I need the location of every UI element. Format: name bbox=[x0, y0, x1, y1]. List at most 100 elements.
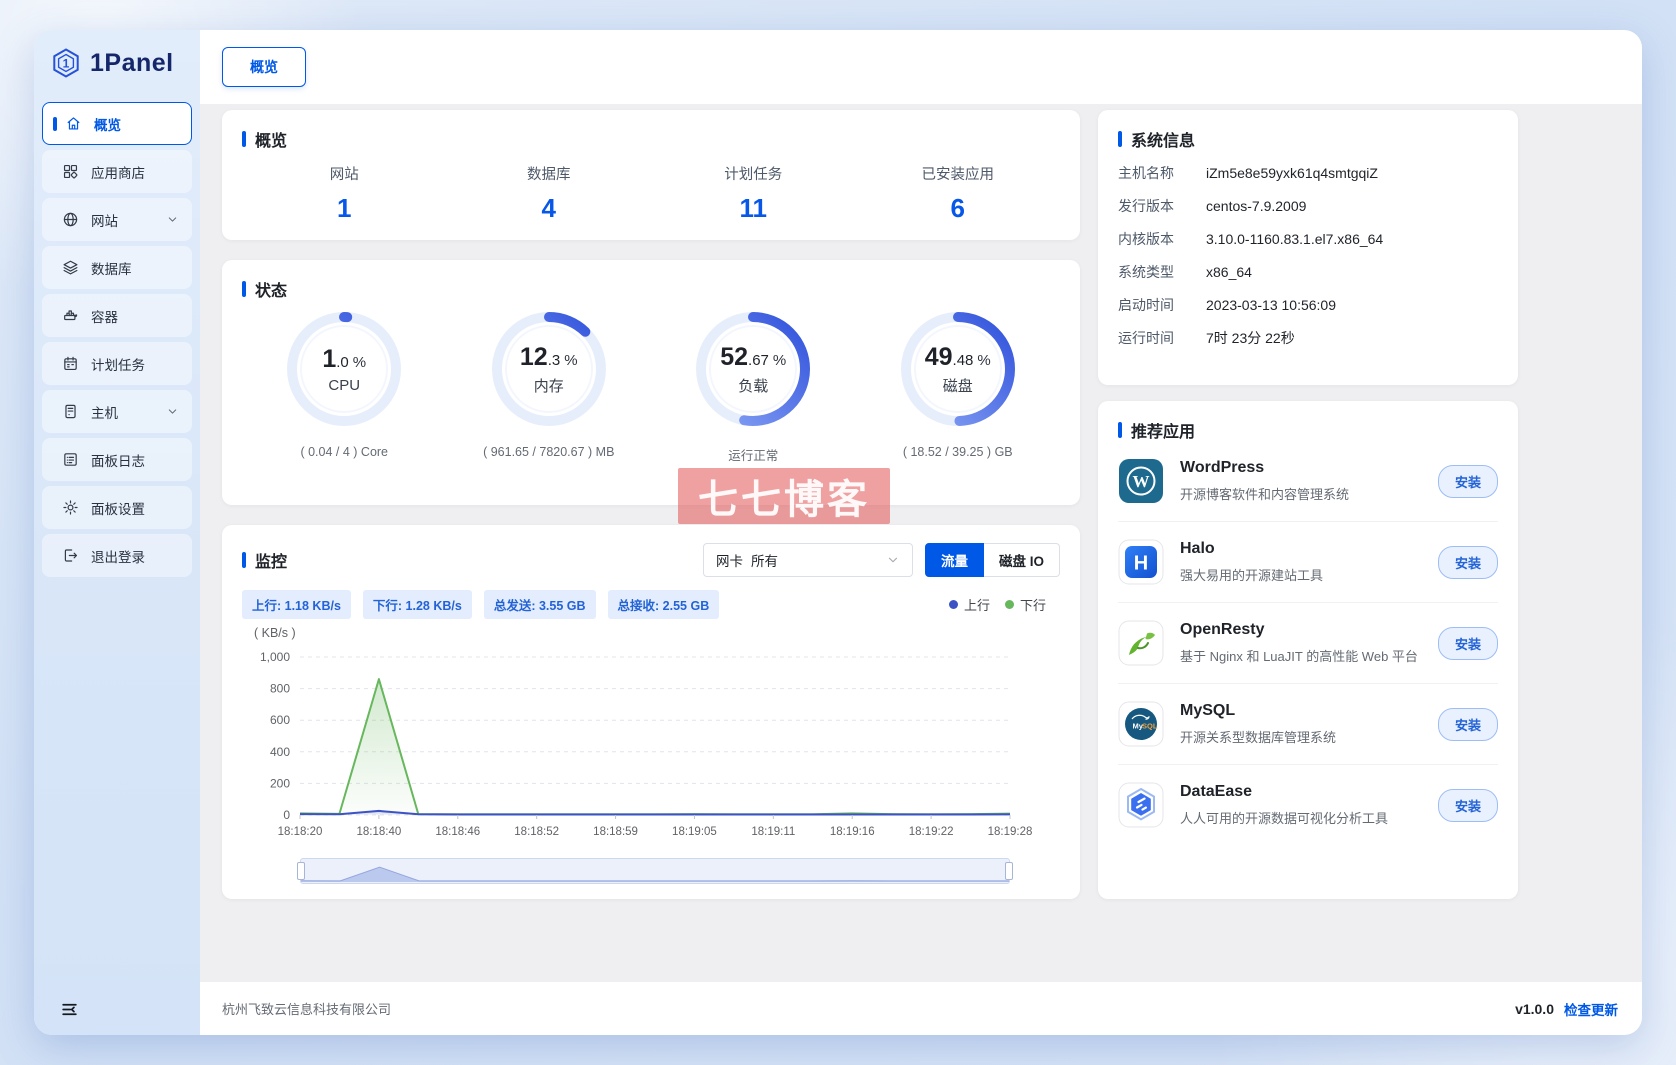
legend-dot bbox=[1004, 599, 1014, 609]
install-button-halo[interactable]: 安装 bbox=[1437, 545, 1498, 579]
install-button-mysql[interactable]: 安装 bbox=[1437, 707, 1498, 741]
traffic-mode-button[interactable]: 流量 bbox=[924, 543, 984, 577]
app-name[interactable]: Halo bbox=[1180, 540, 1323, 558]
sidebar-item-label: 计划任务 bbox=[91, 357, 145, 373]
gauge-ring: 49.48% 磁盘 bbox=[893, 304, 1023, 434]
gauge-label: 磁盘 bbox=[942, 377, 973, 395]
traffic-tag: 总发送: 3.55 GB bbox=[483, 589, 596, 619]
app-name[interactable]: WordPress bbox=[1180, 459, 1349, 477]
gauge-caption: ( 961.65 / 7820.67 ) MB bbox=[483, 445, 615, 459]
left-column: 概览 网站 1 数据库 4 计划任务 11 已安装应用 6 状态 1.0% CPU (… bbox=[222, 110, 1080, 899]
legend-item-下行[interactable]: 下行 bbox=[1004, 595, 1046, 614]
info-value: 2023-03-13 10:56:09 bbox=[1206, 297, 1336, 313]
monitor-tags-row: 上行: 1.18 KB/s 下行: 1.28 KB/s 总发送: 3.55 GB 总接… bbox=[242, 589, 1060, 619]
log-icon bbox=[62, 451, 79, 468]
monitor-card-title: 监控 bbox=[255, 554, 288, 571]
sidebar-item-logout[interactable]: 退出登录 bbox=[42, 534, 192, 577]
overview-card-title: 概览 bbox=[255, 133, 288, 150]
monitor-card-header: 监控 网卡 所有 流量 磁盘 IO bbox=[242, 543, 1060, 577]
system-info-card: 系统信息 主机名称 iZm5e8e59yxk61q4smtgqiZ 发行版本 ce… bbox=[1098, 110, 1518, 385]
sidebar-item-database[interactable]: 数据库 bbox=[42, 246, 192, 289]
sidebar-item-host[interactable]: 主机 bbox=[42, 390, 192, 433]
footer-version: v1.0.0 bbox=[1515, 1000, 1554, 1017]
sidebar-item-panel-settings[interactable]: 面板设置 bbox=[42, 486, 192, 529]
app-description: 人人可用的开源数据可视化分析工具 bbox=[1180, 811, 1389, 826]
gauge-value: 12.3% bbox=[519, 342, 578, 371]
stat-label: 数据库 bbox=[527, 167, 571, 183]
topbar: 概览 bbox=[200, 30, 1642, 104]
globe-icon bbox=[62, 211, 79, 228]
sidebar-item-panel-log[interactable]: 面板日志 bbox=[42, 438, 192, 481]
zoom-handle-left[interactable] bbox=[297, 862, 305, 880]
svg-text:18:18:59: 18:18:59 bbox=[593, 826, 638, 838]
app-name[interactable]: MySQL bbox=[1180, 702, 1336, 720]
overview-stat: 网站 1 bbox=[242, 163, 447, 224]
stat-label: 网站 bbox=[329, 167, 359, 183]
gauge-磁盘: 49.48% 磁盘 ( 18.52 / 39.25 ) GB bbox=[856, 304, 1061, 464]
system-info-header: 系统信息 bbox=[1118, 128, 1498, 150]
svg-text:18:19:22: 18:19:22 bbox=[909, 826, 954, 838]
home-icon bbox=[65, 115, 82, 132]
info-label: 发行版本 bbox=[1118, 198, 1174, 214]
monitor-controls: 网卡 所有 流量 磁盘 IO bbox=[702, 543, 1060, 577]
app-name[interactable]: OpenResty bbox=[1180, 621, 1418, 639]
halo-icon: H bbox=[1118, 539, 1164, 585]
system-info-row: 内核版本 3.10.0-1160.83.1.el7.x86_64 bbox=[1118, 230, 1498, 249]
main-area: 概览 概览 网站 1 数据库 4 计划任务 11 已安装应用 6 状态 1.0 … bbox=[200, 30, 1642, 1035]
svg-text:200: 200 bbox=[270, 776, 290, 790]
logout-icon bbox=[62, 547, 79, 564]
sidebar-item-website[interactable]: 网站 bbox=[42, 198, 192, 241]
info-value: iZm5e8e59yxk61q4smtgqiZ bbox=[1206, 165, 1378, 181]
stat-value[interactable]: 1 bbox=[242, 193, 447, 224]
sidebar-item-label: 容器 bbox=[91, 309, 118, 325]
stat-value[interactable]: 4 bbox=[447, 193, 652, 224]
traffic-chart-svg: ( KB/s ) 0 200 400 600 800 1,000 18:18:20 18:18:… bbox=[254, 626, 1032, 838]
chevron-down-icon bbox=[166, 213, 179, 226]
sidebar-item-container[interactable]: 容器 bbox=[42, 294, 192, 337]
zoom-handle-right[interactable] bbox=[1005, 862, 1013, 880]
install-button-openresty[interactable]: 安装 bbox=[1437, 626, 1498, 660]
gauge-label: 负载 bbox=[738, 377, 769, 395]
legend-item-上行[interactable]: 上行 bbox=[948, 595, 990, 614]
sidebar-collapse-button[interactable] bbox=[34, 983, 200, 1035]
logo-hexagon-icon: 1 bbox=[53, 48, 79, 78]
sidebar-item-overview[interactable]: 概览 bbox=[42, 102, 192, 145]
calendar-icon bbox=[62, 355, 79, 372]
check-update-link[interactable]: 检查更新 bbox=[1564, 999, 1618, 1019]
sidebar-item-label: 面板日志 bbox=[91, 453, 145, 469]
stat-value[interactable]: 11 bbox=[651, 193, 856, 224]
section-bar bbox=[242, 281, 246, 297]
section-bar bbox=[242, 552, 246, 568]
chart-zoom-slider[interactable] bbox=[297, 858, 1013, 884]
svg-text:400: 400 bbox=[270, 745, 290, 759]
install-button-wordpress[interactable]: 安装 bbox=[1437, 464, 1498, 498]
sidebar-item-app-store[interactable]: 应用商店 bbox=[42, 150, 192, 193]
info-label: 内核版本 bbox=[1118, 231, 1174, 247]
stat-value[interactable]: 6 bbox=[856, 193, 1061, 224]
tab-overview[interactable]: 概览 bbox=[222, 47, 306, 87]
disk-io-mode-button[interactable]: 磁盘 IO bbox=[983, 543, 1060, 577]
right-column: 系统信息 主机名称 iZm5e8e59yxk61q4smtgqiZ 发行版本 ce… bbox=[1098, 110, 1518, 899]
sidebar-item-label: 网站 bbox=[91, 213, 118, 229]
gauge-ring: 52.67% 负载 bbox=[688, 304, 818, 434]
nic-select-value: 所有 bbox=[750, 554, 778, 569]
app-description: 基于 Nginx 和 LuaJIT 的高性能 Web 平台 bbox=[1180, 649, 1418, 664]
recommended-apps-card: 推荐应用 W WordPress 开源博客软件和内容管理系统 安装 H Halo … bbox=[1098, 401, 1518, 899]
settings-icon bbox=[62, 499, 79, 516]
monitor-card: 监控 网卡 所有 流量 磁盘 IO 上行: 1.18 KB/s 下行: 1.28… bbox=[222, 525, 1080, 899]
app-name[interactable]: DataEase bbox=[1180, 783, 1388, 801]
traffic-tag: 总接收: 2.55 GB bbox=[607, 589, 720, 619]
host-icon bbox=[62, 403, 79, 420]
install-button-dataease[interactable]: 安装 bbox=[1437, 788, 1498, 822]
sidebar-item-label: 面板设置 bbox=[91, 501, 145, 517]
section-bar bbox=[1118, 131, 1122, 147]
wordpress-icon: W bbox=[1118, 458, 1164, 504]
overview-stat: 已安装应用 6 bbox=[856, 163, 1061, 224]
sidebar-item-cronjob[interactable]: 计划任务 bbox=[42, 342, 192, 385]
nic-select[interactable]: 网卡 所有 bbox=[702, 543, 913, 577]
overview-stats: 网站 1 数据库 4 计划任务 11 已安装应用 6 bbox=[242, 163, 1060, 224]
traffic-chart: ( KB/s ) 0 200 400 600 800 1,000 18:18:20 18:18:… bbox=[242, 619, 1060, 884]
svg-text:1,000: 1,000 bbox=[260, 650, 290, 664]
app-row-dataease: DataEase 人人可用的开源数据可视化分析工具 安装 bbox=[1118, 765, 1498, 845]
status-card-header: 状态 bbox=[242, 278, 1060, 300]
